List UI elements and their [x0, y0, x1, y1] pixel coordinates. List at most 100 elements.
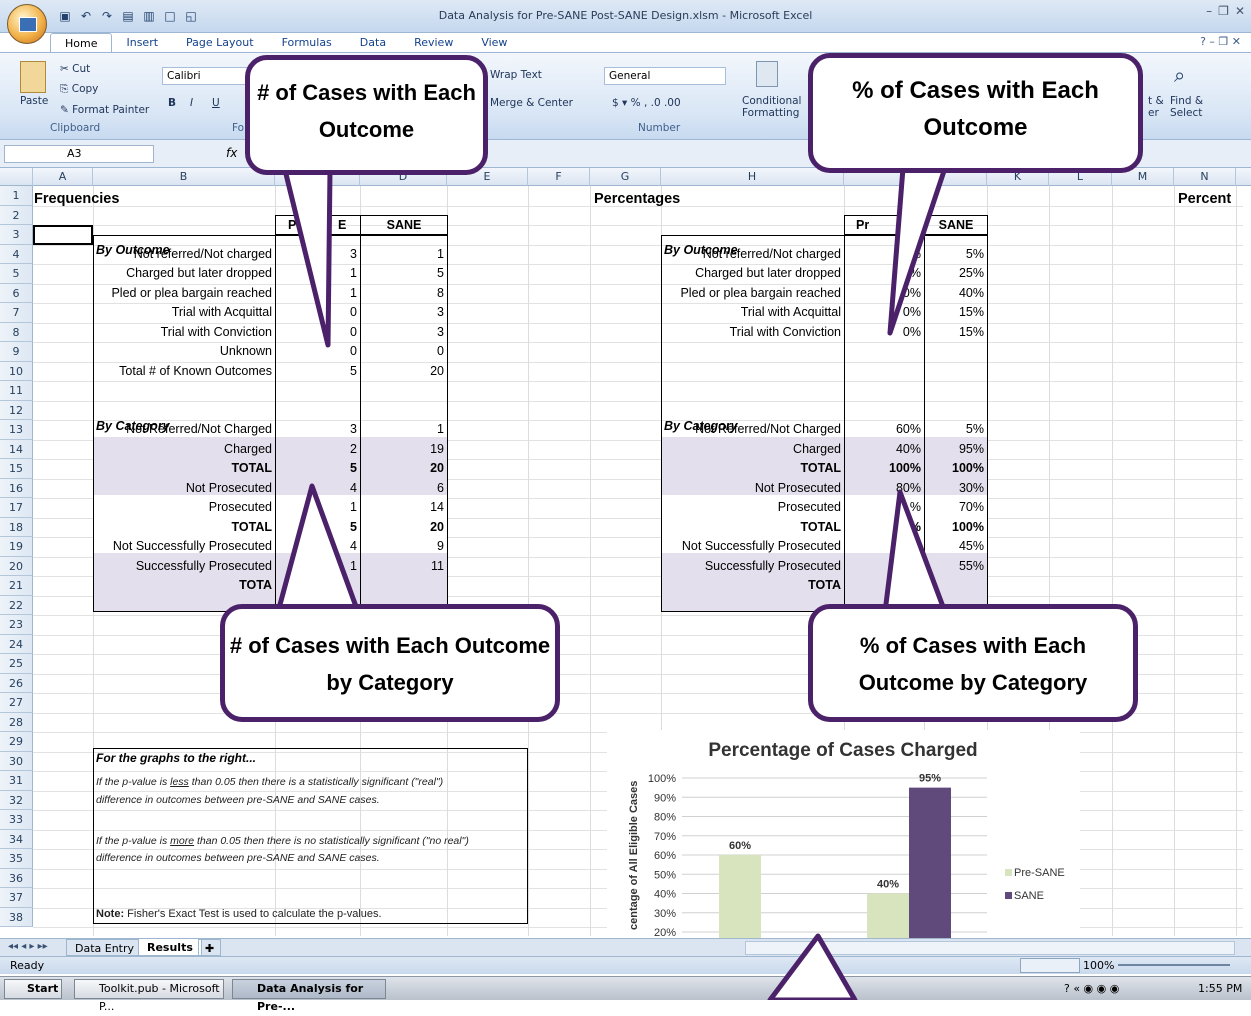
row-header[interactable]: 10 [0, 361, 33, 381]
row-header[interactable]: 8 [0, 322, 33, 342]
paste-button[interactable]: Paste [20, 95, 48, 107]
sane-value [360, 576, 447, 596]
row-header[interactable]: 25 [0, 654, 33, 674]
taskbar-item-publisher[interactable]: Toolkit.pub - Microsoft P... [74, 979, 224, 1013]
row-header[interactable]: 13 [0, 420, 33, 440]
row-header[interactable]: 14 [0, 439, 33, 459]
currency-button[interactable]: $ ▾ % , .0 .00 [612, 97, 681, 109]
bar [867, 893, 909, 938]
row-header[interactable]: 38 [0, 907, 33, 927]
chart-area[interactable]: Percentage of Cases Charged 100% 90% 80% 70%… [607, 730, 1080, 939]
font-name-select[interactable]: Calibri [162, 67, 252, 85]
row-header[interactable]: 1 [0, 186, 33, 206]
print-icon[interactable]: ▥ [140, 8, 158, 24]
tab-data-entry[interactable]: Data Entry [66, 939, 144, 956]
tab-page-layout[interactable]: Page Layout [172, 33, 268, 53]
row-header[interactable]: 12 [0, 400, 33, 420]
row-header[interactable]: 3 [0, 225, 33, 245]
row-header[interactable]: 26 [0, 673, 33, 693]
tab-review[interactable]: Review [400, 33, 467, 53]
sheet-nav-icon[interactable]: ◂◂ ◂ ▸ ▸▸ [8, 941, 48, 952]
tab-results[interactable]: Results [138, 939, 202, 956]
minimize-icon[interactable]: – [1206, 4, 1212, 18]
row-header[interactable]: 2 [0, 205, 33, 225]
tab-formulas[interactable]: Formulas [268, 33, 346, 53]
bold-button[interactable]: B [168, 97, 176, 109]
open-icon[interactable]: ▤ [119, 8, 137, 24]
row-header[interactable]: 7 [0, 303, 33, 323]
conditional-formatting-button[interactable]: Conditional Formatting [742, 95, 801, 119]
row-header[interactable]: 18 [0, 517, 33, 537]
row-header[interactable]: 11 [0, 381, 33, 401]
column-header[interactable]: N [1174, 168, 1236, 186]
horizontal-scrollbar[interactable] [745, 941, 1235, 955]
office-button[interactable] [7, 4, 47, 44]
cut-button[interactable]: ✂ Cut [60, 63, 90, 75]
zoom-slider[interactable] [1118, 964, 1230, 966]
taskbar-item-excel[interactable]: Data Analysis for Pre-... [232, 979, 386, 1013]
row-header[interactable]: 23 [0, 615, 33, 635]
column-header[interactable]: F [528, 168, 590, 186]
paste-icon[interactable] [20, 61, 46, 93]
select-all-corner[interactable] [0, 168, 33, 186]
column-header[interactable]: B [93, 168, 275, 186]
new-icon[interactable]: □ [161, 8, 179, 24]
row-header[interactable]: 34 [0, 829, 33, 849]
row-header[interactable]: 28 [0, 712, 33, 732]
number-format-select[interactable]: General [604, 67, 726, 85]
row-header[interactable]: 4 [0, 244, 33, 264]
underline-button[interactable]: U [212, 97, 220, 109]
new-sheet-icon[interactable]: ✚ [198, 939, 222, 956]
italic-button[interactable]: I [190, 97, 193, 109]
tab-data[interactable]: Data [346, 33, 400, 53]
row-header[interactable]: 24 [0, 634, 33, 654]
row-header[interactable]: 21 [0, 576, 33, 596]
column-header[interactable]: A [33, 168, 93, 186]
tab-home[interactable]: Home [50, 33, 113, 53]
format-painter-button[interactable]: ✎ Format Painter [60, 104, 149, 116]
close-icon[interactable]: ✕ [1235, 4, 1245, 18]
row-header[interactable]: 37 [0, 888, 33, 908]
restore-icon[interactable]: ❐ [1218, 4, 1229, 18]
fx-icon[interactable]: fx [226, 146, 237, 160]
row-header[interactable]: 29 [0, 732, 33, 752]
undo-icon[interactable]: ↶ [77, 8, 95, 24]
row-header[interactable]: 32 [0, 790, 33, 810]
zoom-level[interactable]: 100% [1083, 957, 1114, 974]
tab-view[interactable]: View [467, 33, 521, 53]
minimize-ribbon-icon[interactable]: – ❐ ✕ [1209, 35, 1241, 48]
row-header[interactable]: 9 [0, 342, 33, 362]
sort-filter-button[interactable]: t & er [1148, 95, 1164, 119]
row-header[interactable]: 30 [0, 751, 33, 771]
row-header[interactable]: 33 [0, 810, 33, 830]
row-header[interactable]: 15 [0, 459, 33, 479]
merge-center-button[interactable]: Merge & Center [490, 97, 573, 109]
preview-icon[interactable]: ◱ [182, 8, 200, 24]
tab-insert[interactable]: Insert [112, 33, 172, 53]
row-header[interactable]: 17 [0, 498, 33, 518]
row-header[interactable]: 19 [0, 537, 33, 557]
data-label: 40% [877, 879, 899, 891]
copy-button[interactable]: ⎘ Copy [60, 83, 98, 96]
save-icon[interactable]: ▣ [56, 8, 74, 24]
help-icon[interactable]: ? [1200, 35, 1206, 48]
row-header[interactable]: 36 [0, 868, 33, 888]
row-header[interactable]: 16 [0, 478, 33, 498]
start-button[interactable]: Start [4, 979, 62, 999]
row-header[interactable]: 5 [0, 264, 33, 284]
title-bar: Data Analysis for Pre-SANE Post-SANE Des… [0, 0, 1251, 33]
column-header[interactable]: H [661, 168, 844, 186]
wrap-text-button[interactable]: Wrap Text [490, 69, 542, 81]
column-header[interactable]: G [590, 168, 661, 186]
row-header[interactable]: 20 [0, 556, 33, 576]
view-buttons-icon[interactable] [1020, 958, 1080, 973]
row-header[interactable]: 27 [0, 693, 33, 713]
row-header[interactable]: 31 [0, 771, 33, 791]
row-header[interactable]: 22 [0, 595, 33, 615]
find-select-button[interactable]: Find & Select [1170, 95, 1203, 119]
redo-icon[interactable]: ↷ [98, 8, 116, 24]
row-header[interactable]: 6 [0, 283, 33, 303]
name-box[interactable]: A3 [4, 145, 154, 163]
active-cell[interactable] [33, 225, 93, 245]
row-header[interactable]: 35 [0, 849, 33, 869]
